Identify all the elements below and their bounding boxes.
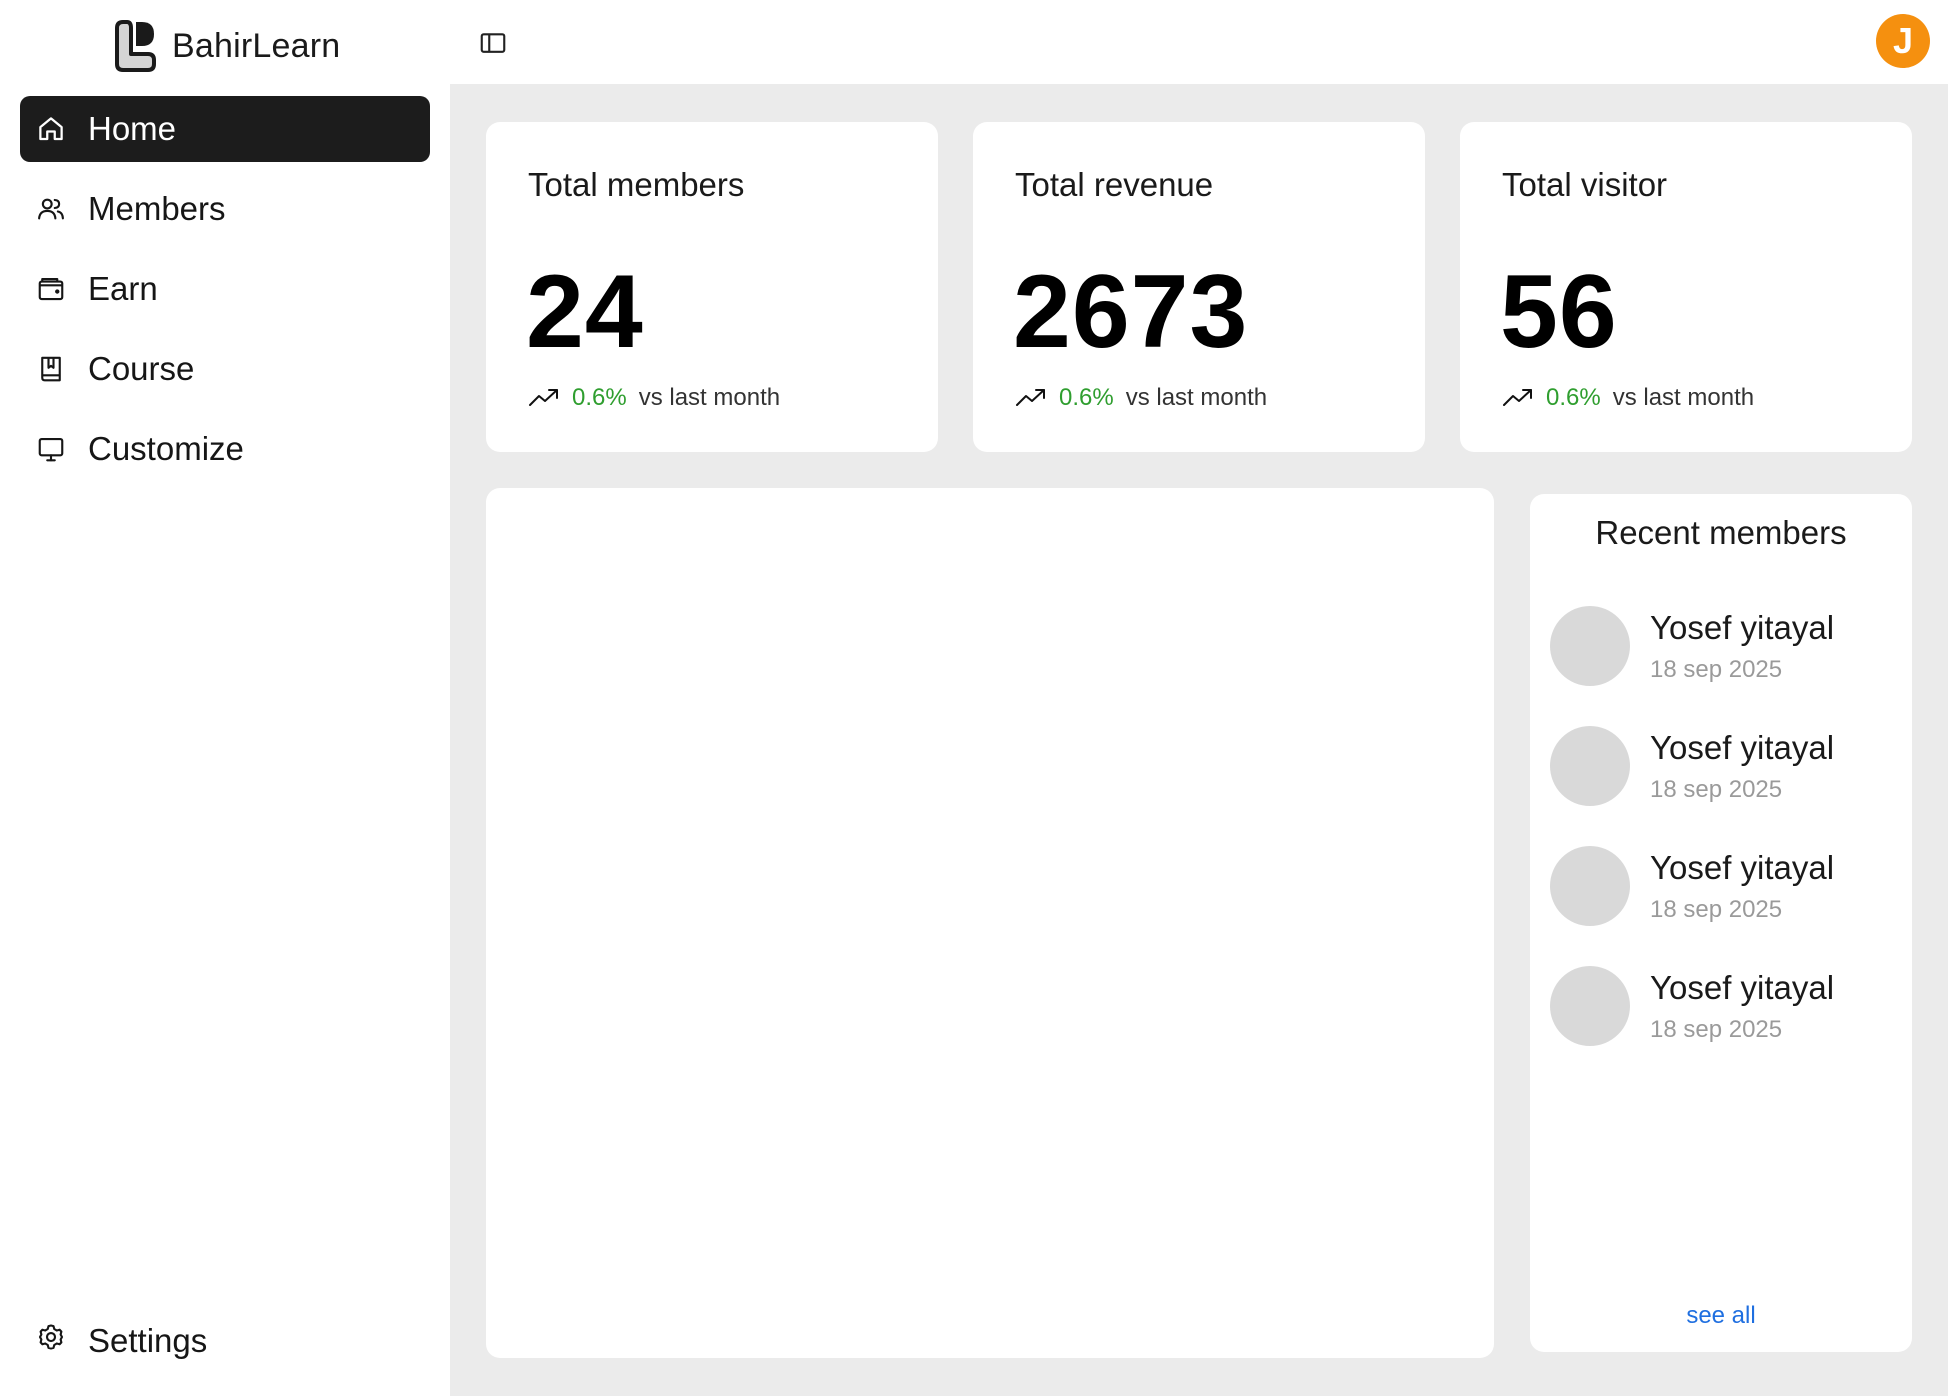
stat-trend: 0.6% vs last month bbox=[1502, 384, 1754, 412]
settings-label: Settings bbox=[88, 1322, 208, 1359]
home-icon bbox=[36, 114, 66, 144]
stat-trend: 0.6% vs last month bbox=[528, 384, 780, 412]
member-name: Yosef yitayal bbox=[1650, 969, 1835, 1007]
sidebar-nav: Home Members Earn Course Customize bbox=[20, 96, 430, 496]
trend-up-icon bbox=[1016, 389, 1045, 406]
stat-title: Total revenue bbox=[1015, 166, 1214, 203]
wallet-icon bbox=[36, 274, 66, 304]
trend-up-icon bbox=[1503, 389, 1532, 406]
users-icon bbox=[36, 194, 66, 224]
gear-icon bbox=[36, 1322, 66, 1360]
trend-up-icon bbox=[529, 389, 558, 406]
stat-card-revenue: Total revenue 2673 0.6% vs last month bbox=[973, 122, 1425, 452]
member-name: Yosef yitayal bbox=[1650, 609, 1835, 647]
chart-panel bbox=[486, 488, 1494, 1358]
sidebar-item-course[interactable]: Course bbox=[20, 336, 430, 402]
sidebar-item-customize[interactable]: Customize bbox=[20, 416, 430, 482]
brand[interactable]: BahirLearn bbox=[112, 18, 340, 74]
bahirlearn-logo bbox=[115, 20, 156, 72]
avatar bbox=[1550, 846, 1630, 926]
stat-title: Total members bbox=[528, 166, 745, 203]
sidebar-toggle-icon bbox=[480, 33, 506, 53]
book-icon bbox=[36, 354, 66, 384]
app-root: BahirLearn Home Members Earn Course Cust… bbox=[0, 0, 1948, 1396]
list-item[interactable]: Yosef yitayal 18 sep 2025 bbox=[1550, 846, 1834, 926]
member-date: 18 sep 2025 bbox=[1650, 895, 1783, 923]
member-name: Yosef yitayal bbox=[1650, 729, 1835, 767]
trend-percent: 0.6% bbox=[1059, 384, 1114, 411]
avatar bbox=[1550, 606, 1630, 686]
monitor-icon bbox=[36, 434, 66, 464]
trend-percent: 0.6% bbox=[572, 384, 627, 411]
trend-percent: 0.6% bbox=[1546, 384, 1601, 411]
sidebar-item-label: Customize bbox=[88, 430, 244, 467]
trend-suffix: vs last month bbox=[1612, 384, 1755, 411]
stat-value: 24 bbox=[526, 254, 644, 370]
stat-value: 56 bbox=[1500, 254, 1618, 370]
sidebar-item-members[interactable]: Members bbox=[20, 176, 430, 242]
sidebar: BahirLearn Home Members Earn Course Cust… bbox=[0, 0, 450, 1396]
trend-suffix: vs last month bbox=[638, 384, 781, 411]
sidebar-item-label: Earn bbox=[88, 270, 158, 307]
recent-members-title: Recent members bbox=[1595, 514, 1847, 551]
member-list: Yosef yitayal 18 sep 2025 Yosef yitayal … bbox=[1550, 606, 1834, 1086]
sidebar-toggle-button[interactable] bbox=[476, 26, 510, 60]
sidebar-item-home[interactable]: Home bbox=[20, 96, 430, 162]
stat-card-members: Total members 24 0.6% vs last month bbox=[486, 122, 938, 452]
stat-value: 2673 bbox=[1013, 254, 1249, 370]
stat-card-visitor: Total visitor 56 0.6% vs last month bbox=[1460, 122, 1912, 452]
sidebar-item-label: Home bbox=[88, 110, 177, 147]
topbar: J bbox=[450, 0, 1948, 84]
sidebar-item-label: Members bbox=[88, 190, 226, 227]
stat-trend: 0.6% vs last month bbox=[1015, 384, 1267, 412]
recent-members-panel: Recent members Yosef yitayal 18 sep 2025… bbox=[1530, 494, 1912, 1352]
member-date: 18 sep 2025 bbox=[1650, 655, 1783, 683]
list-item[interactable]: Yosef yitayal 18 sep 2025 bbox=[1550, 726, 1834, 806]
stat-title: Total visitor bbox=[1502, 166, 1668, 203]
member-date: 18 sep 2025 bbox=[1650, 775, 1783, 803]
sidebar-item-earn[interactable]: Earn bbox=[20, 256, 430, 322]
member-name: Yosef yitayal bbox=[1650, 849, 1835, 887]
sidebar-item-label: Course bbox=[88, 350, 195, 387]
list-item[interactable]: Yosef yitayal 18 sep 2025 bbox=[1550, 606, 1834, 686]
member-date: 18 sep 2025 bbox=[1650, 1015, 1783, 1043]
main-content: Total members 24 0.6% vs last month Tota… bbox=[450, 84, 1948, 1396]
user-avatar[interactable]: J bbox=[1876, 14, 1930, 68]
sidebar-item-settings[interactable]: Settings bbox=[20, 1308, 430, 1374]
see-all-link[interactable]: see all bbox=[1530, 1302, 1912, 1330]
list-item[interactable]: Yosef yitayal 18 sep 2025 bbox=[1550, 966, 1834, 1046]
avatar bbox=[1550, 726, 1630, 806]
brand-name: BahirLearn bbox=[172, 26, 341, 65]
trend-suffix: vs last month bbox=[1125, 384, 1268, 411]
avatar bbox=[1550, 966, 1630, 1046]
